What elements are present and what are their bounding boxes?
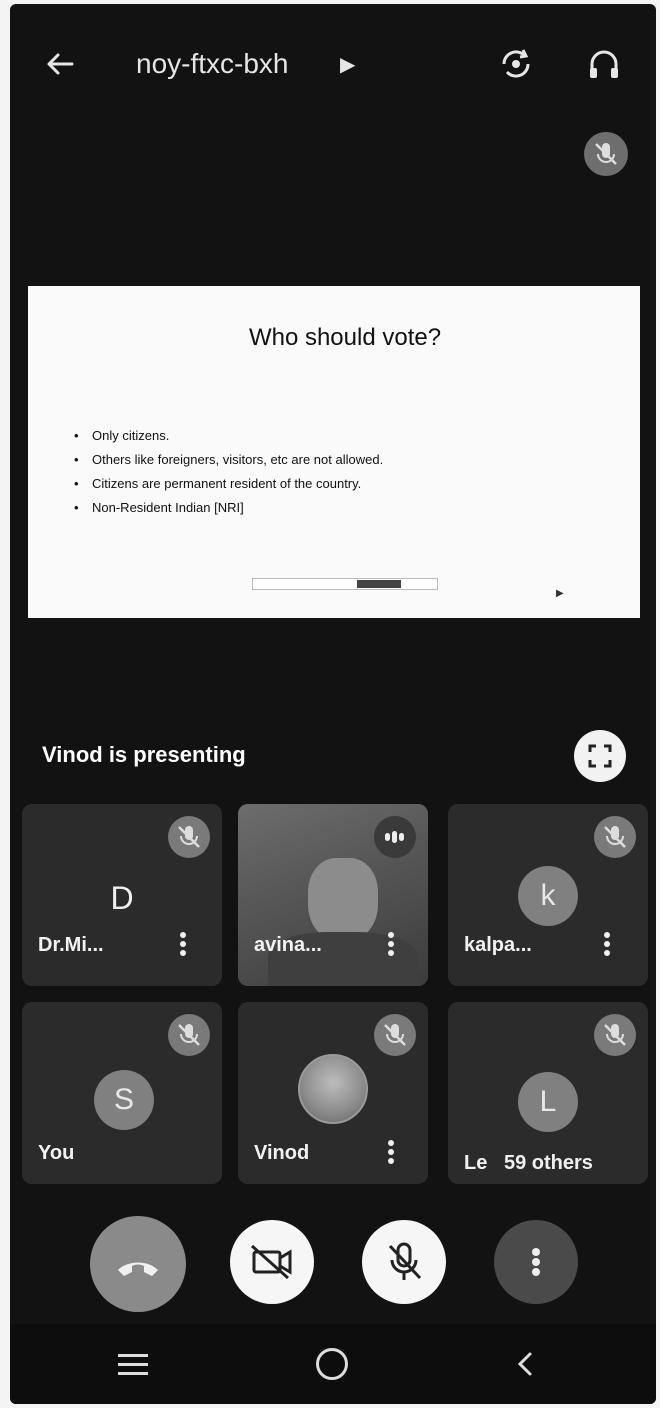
arrow-left-icon[interactable]	[40, 44, 80, 84]
slide-bullet: Only citizens.	[74, 424, 383, 448]
presenter-mic-off-icon	[584, 132, 628, 176]
participant-tile[interactable]: D Dr.Mi...	[22, 804, 222, 986]
participant-name: kalpa...	[464, 934, 532, 956]
mic-toggle-button[interactable]	[362, 1220, 446, 1304]
switch-camera-icon[interactable]	[496, 44, 536, 84]
more-vert-icon[interactable]	[386, 1140, 396, 1170]
avatar: L	[518, 1072, 578, 1132]
home-icon[interactable]	[316, 1348, 348, 1380]
chevron-right-icon[interactable]: ▶	[340, 52, 355, 77]
participant-name: You	[38, 1142, 75, 1164]
participant-name: avina...	[254, 934, 322, 956]
meet-screen: noy-ftxc-bxh ▶ Who should vote? Only cit…	[10, 4, 656, 1404]
avatar: S	[94, 1070, 154, 1130]
cursor-icon: ▶	[556, 588, 564, 599]
mic-off-icon	[594, 816, 636, 858]
system-nav-bar	[10, 1324, 656, 1404]
more-vert-icon	[532, 1248, 540, 1276]
slide-bullet-list: Only citizens. Others like foreigners, v…	[74, 424, 383, 520]
speaking-indicator-icon	[374, 816, 416, 858]
mic-off-icon	[168, 816, 210, 858]
others-count: 59 others	[504, 1152, 593, 1174]
headphones-icon[interactable]	[584, 44, 624, 84]
avatar: k	[518, 866, 578, 926]
more-vert-icon[interactable]	[602, 932, 612, 962]
presentation-slide[interactable]: Who should vote? Only citizens. Others l…	[28, 286, 640, 618]
participant-tile[interactable]: k kalpa...	[448, 804, 648, 986]
participant-tile-self[interactable]: S You	[22, 1002, 222, 1184]
participant-tile[interactable]: avina...	[238, 804, 428, 986]
slide-title: Who should vote?	[248, 324, 442, 351]
avatar: D	[110, 880, 134, 916]
others-tile[interactable]: L Le 59 others	[448, 1002, 648, 1184]
presenter-label: Vinod is presenting	[42, 742, 246, 767]
slide-bullet: Citizens are permanent resident of the c…	[74, 472, 383, 496]
top-app-bar: noy-ftxc-bxh ▶	[10, 4, 656, 124]
participant-name: Vinod	[254, 1142, 310, 1164]
recent-apps-icon[interactable]	[118, 1354, 148, 1376]
fullscreen-button[interactable]	[574, 730, 626, 782]
fullscreen-icon	[588, 744, 612, 768]
more-options-button[interactable]	[494, 1220, 578, 1304]
more-vert-icon[interactable]	[386, 932, 396, 962]
camera-off-icon	[251, 1244, 292, 1280]
mic-off-icon	[168, 1014, 210, 1056]
participant-name: Dr.Mi...	[38, 934, 104, 956]
participant-name: Le	[464, 1152, 488, 1174]
more-vert-icon[interactable]	[178, 932, 188, 962]
slide-bullet: Others like foreigners, visitors, etc ar…	[74, 448, 383, 472]
hang-up-icon	[118, 1262, 158, 1276]
mic-off-icon	[388, 1242, 422, 1280]
screen-share-banner	[252, 578, 438, 590]
meeting-code[interactable]: noy-ftxc-bxh	[136, 48, 289, 80]
mic-off-icon	[594, 1014, 636, 1056]
mic-off-icon	[374, 1014, 416, 1056]
participant-tile[interactable]: Vinod	[238, 1002, 428, 1184]
camera-toggle-button[interactable]	[230, 1220, 314, 1304]
end-call-button[interactable]	[90, 1216, 186, 1312]
avatar-photo	[298, 1054, 368, 1124]
back-nav-icon[interactable]	[510, 1346, 540, 1382]
slide-bullet: Non-Resident Indian [NRI]	[74, 496, 383, 520]
